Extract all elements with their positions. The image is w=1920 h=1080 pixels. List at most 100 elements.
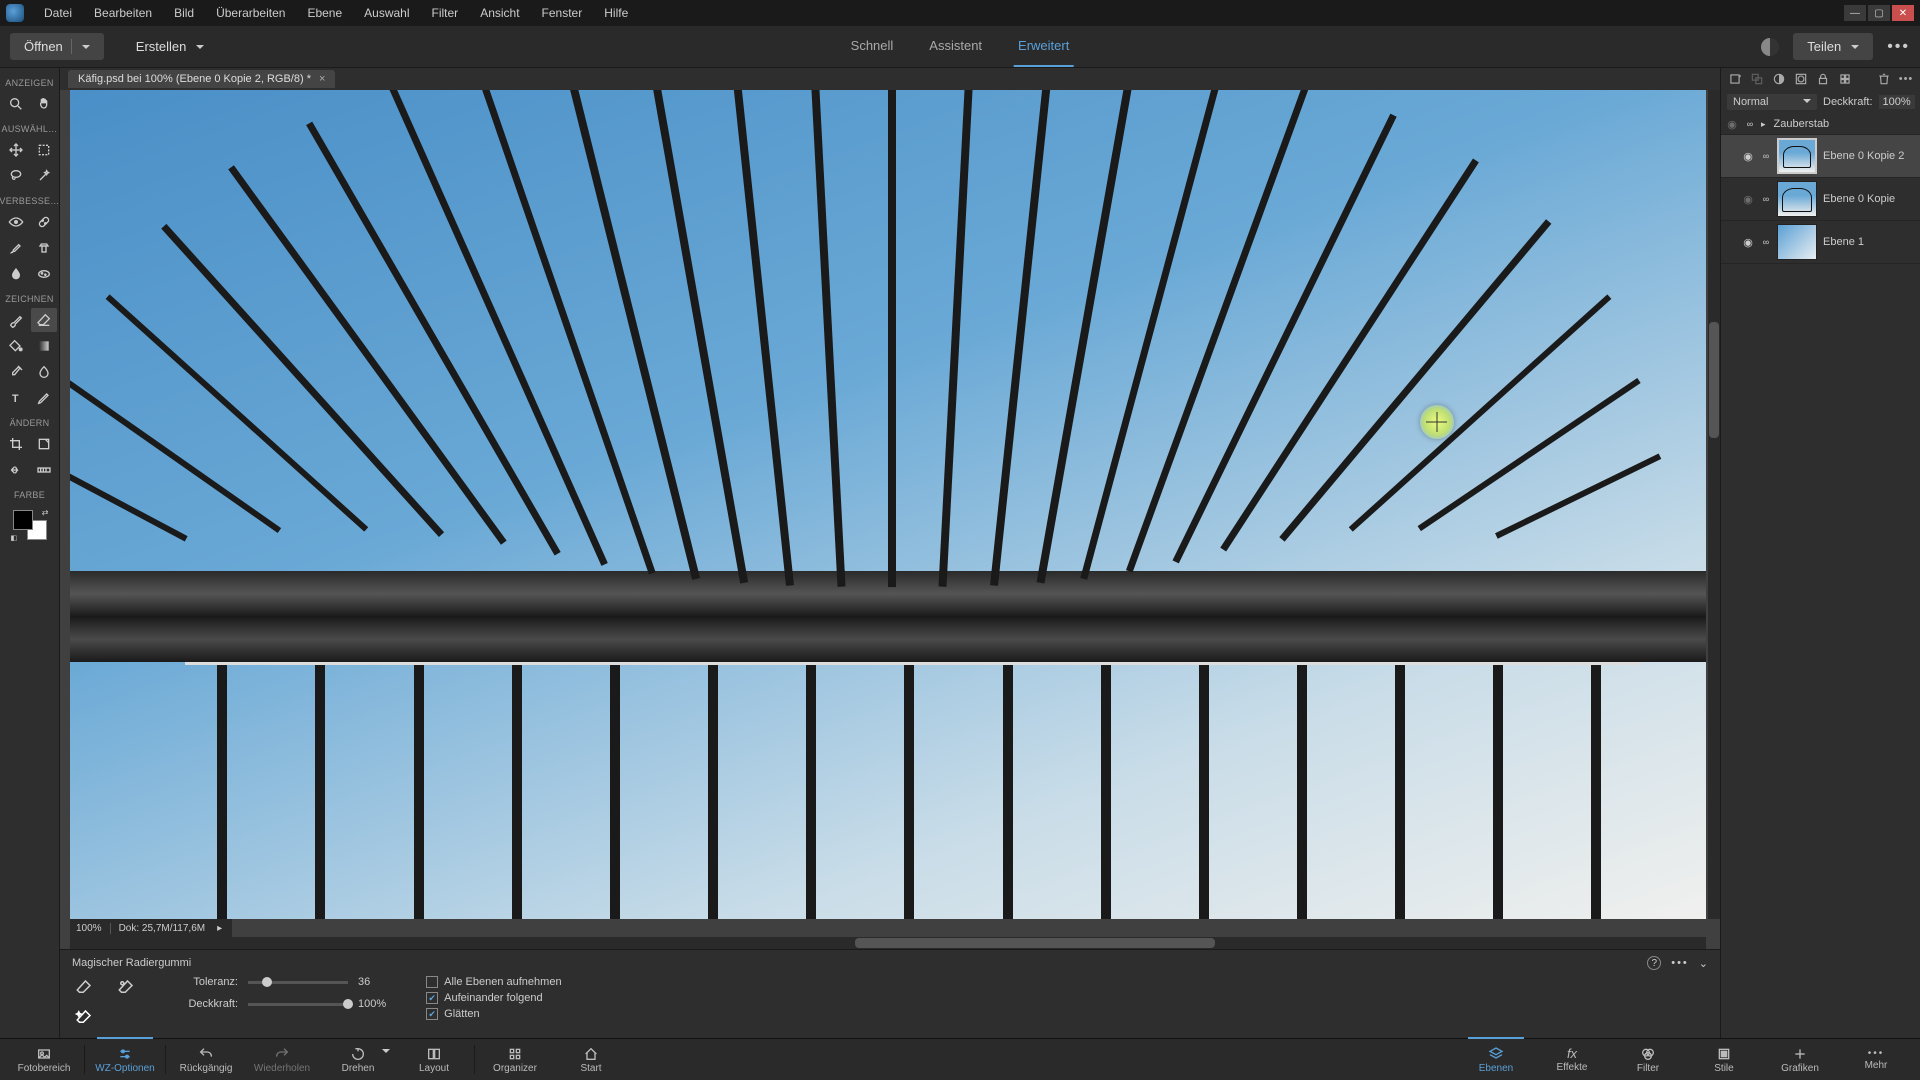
eraser-variant-background[interactable]: [114, 976, 138, 998]
create-button[interactable]: Erstellen: [122, 33, 219, 60]
layer-name[interactable]: Ebene 1: [1823, 236, 1864, 248]
vertical-scrollbar[interactable]: [1708, 90, 1720, 919]
layer-group-item[interactable]: ◉ ∞ ▸ Zauberstab: [1721, 114, 1920, 135]
panel-collapse-icon[interactable]: ⌄: [1699, 957, 1708, 970]
crop-tool[interactable]: [3, 432, 29, 456]
menu-filter[interactable]: Filter: [422, 3, 469, 23]
mode-tab-advanced[interactable]: Erweitert: [1014, 26, 1073, 67]
mode-tab-assist[interactable]: Assistent: [925, 26, 986, 67]
new-layer-icon[interactable]: [1727, 71, 1743, 87]
gradient-tool[interactable]: [31, 334, 57, 358]
eraser-variant-magic[interactable]: [72, 1006, 96, 1028]
shape-tool[interactable]: [31, 360, 57, 384]
bottom-btn-wzoptionen[interactable]: WZ-Optionen: [87, 1039, 163, 1080]
bottom-btn-fotobereich[interactable]: Fotobereich: [6, 1039, 82, 1080]
marquee-tool[interactable]: [31, 138, 57, 162]
bottom-btn-undo[interactable]: Rückgängig: [168, 1039, 244, 1080]
zoom-level[interactable]: 100%: [76, 923, 102, 934]
content-aware-move-tool[interactable]: [3, 458, 29, 482]
checkbox-contiguous[interactable]: ✔Aufeinander folgend: [426, 992, 561, 1004]
brush-tool[interactable]: [3, 308, 29, 332]
open-button[interactable]: Öffnen: [10, 33, 104, 60]
visibility-toggle-icon[interactable]: ◉: [1741, 192, 1755, 206]
redeye-tool[interactable]: [3, 210, 29, 234]
panel-overflow-icon[interactable]: •••: [1898, 71, 1914, 87]
menu-ebene[interactable]: Ebene: [297, 3, 352, 23]
panel-menu-icon[interactable]: •••: [1671, 957, 1689, 969]
checkbox-all-layers[interactable]: Alle Ebenen aufnehmen: [426, 976, 561, 988]
bottom-btn-ebenen[interactable]: Ebenen: [1458, 1039, 1534, 1080]
open-dropdown-icon[interactable]: [71, 39, 90, 54]
layer-name[interactable]: Ebene 0 Kopie 2: [1823, 150, 1904, 162]
recompose-tool[interactable]: [31, 432, 57, 456]
sponge-tool[interactable]: [31, 262, 57, 286]
foreground-color-swatch[interactable]: [13, 510, 33, 530]
visibility-toggle-icon[interactable]: ◉: [1741, 235, 1755, 249]
expand-group-icon[interactable]: ▸: [1761, 119, 1766, 130]
visibility-toggle-icon[interactable]: ◉: [1725, 117, 1739, 131]
smart-brush-tool[interactable]: [3, 236, 29, 260]
opacity-value[interactable]: 100%: [358, 998, 386, 1010]
clone-stamp-tool[interactable]: [31, 236, 57, 260]
share-dropdown-icon[interactable]: [1849, 39, 1859, 54]
link-icon[interactable]: ∞: [1761, 151, 1771, 161]
horizontal-scrollbar[interactable]: [70, 937, 1706, 949]
bottom-btn-mehr[interactable]: •••Mehr: [1838, 1039, 1914, 1080]
opacity-slider[interactable]: [248, 1003, 348, 1006]
doc-info-dropdown-icon[interactable]: ▸: [213, 923, 226, 934]
layer-item[interactable]: ◉ ∞ Ebene 0 Kopie 2: [1721, 135, 1920, 178]
bottom-btn-filter[interactable]: Filter: [1610, 1039, 1686, 1080]
lock-layer-icon[interactable]: [1815, 71, 1831, 87]
eraser-variant-standard[interactable]: [72, 976, 96, 998]
theme-toggle-icon[interactable]: [1761, 38, 1779, 56]
layer-effects-icon[interactable]: [1837, 71, 1853, 87]
link-icon[interactable]: ∞: [1761, 237, 1771, 247]
lasso-tool[interactable]: [3, 164, 29, 188]
menu-auswahl[interactable]: Auswahl: [354, 3, 419, 23]
window-maximize-button[interactable]: ▢: [1868, 5, 1890, 21]
menu-bild[interactable]: Bild: [164, 3, 204, 23]
menu-ansicht[interactable]: Ansicht: [470, 3, 529, 23]
paint-bucket-tool[interactable]: [3, 334, 29, 358]
blur-tool[interactable]: [3, 262, 29, 286]
menu-fenster[interactable]: Fenster: [532, 3, 593, 23]
straighten-tool[interactable]: [31, 458, 57, 482]
text-tool[interactable]: T: [3, 386, 29, 410]
delete-layer-icon[interactable]: [1876, 71, 1892, 87]
menu-bearbeiten[interactable]: Bearbeiten: [84, 3, 162, 23]
bottom-btn-organizer[interactable]: Organizer: [477, 1039, 553, 1080]
bottom-btn-rotate[interactable]: Drehen: [320, 1039, 396, 1080]
checkbox-antialias[interactable]: ✔Glätten: [426, 1008, 561, 1020]
document-tab[interactable]: Käfig.psd bei 100% (Ebene 0 Kopie 2, RGB…: [68, 70, 335, 88]
menu-ueberarbeiten[interactable]: Überarbeiten: [206, 3, 295, 23]
layer-item[interactable]: ◉ ∞ Ebene 1: [1721, 221, 1920, 264]
window-close-button[interactable]: ✕: [1892, 5, 1914, 21]
hand-tool[interactable]: [31, 92, 57, 116]
window-minimize-button[interactable]: —: [1844, 5, 1866, 21]
share-button[interactable]: Teilen: [1793, 33, 1873, 60]
new-group-icon[interactable]: [1749, 71, 1765, 87]
zoom-tool[interactable]: [3, 92, 29, 116]
eyedropper-tool[interactable]: [3, 360, 29, 384]
canvas[interactable]: [70, 90, 1706, 919]
bottom-btn-effekte[interactable]: fxEffekte: [1534, 1039, 1610, 1080]
bottom-btn-start[interactable]: Start: [553, 1039, 629, 1080]
layer-name[interactable]: Ebene 0 Kopie: [1823, 193, 1895, 205]
eraser-tool[interactable]: [31, 308, 57, 332]
spot-heal-tool[interactable]: [31, 210, 57, 234]
layer-thumbnail[interactable]: [1777, 224, 1817, 260]
blend-mode-select[interactable]: Normal: [1727, 94, 1817, 110]
bottom-btn-redo[interactable]: Wiederholen: [244, 1039, 320, 1080]
color-swatches[interactable]: ⇄ ◧: [11, 508, 49, 542]
menu-hilfe[interactable]: Hilfe: [594, 3, 638, 23]
move-tool[interactable]: [3, 138, 29, 162]
create-dropdown-icon[interactable]: [194, 39, 204, 54]
swap-colors-icon[interactable]: ⇄: [42, 508, 49, 517]
bottom-btn-layout[interactable]: Layout: [396, 1039, 472, 1080]
overflow-menu-icon[interactable]: •••: [1887, 38, 1910, 56]
magic-wand-tool[interactable]: [31, 164, 57, 188]
menu-datei[interactable]: Datei: [34, 3, 82, 23]
link-icon[interactable]: ∞: [1761, 194, 1771, 204]
link-icon[interactable]: ∞: [1745, 119, 1755, 129]
default-colors-icon[interactable]: ◧: [11, 534, 18, 542]
